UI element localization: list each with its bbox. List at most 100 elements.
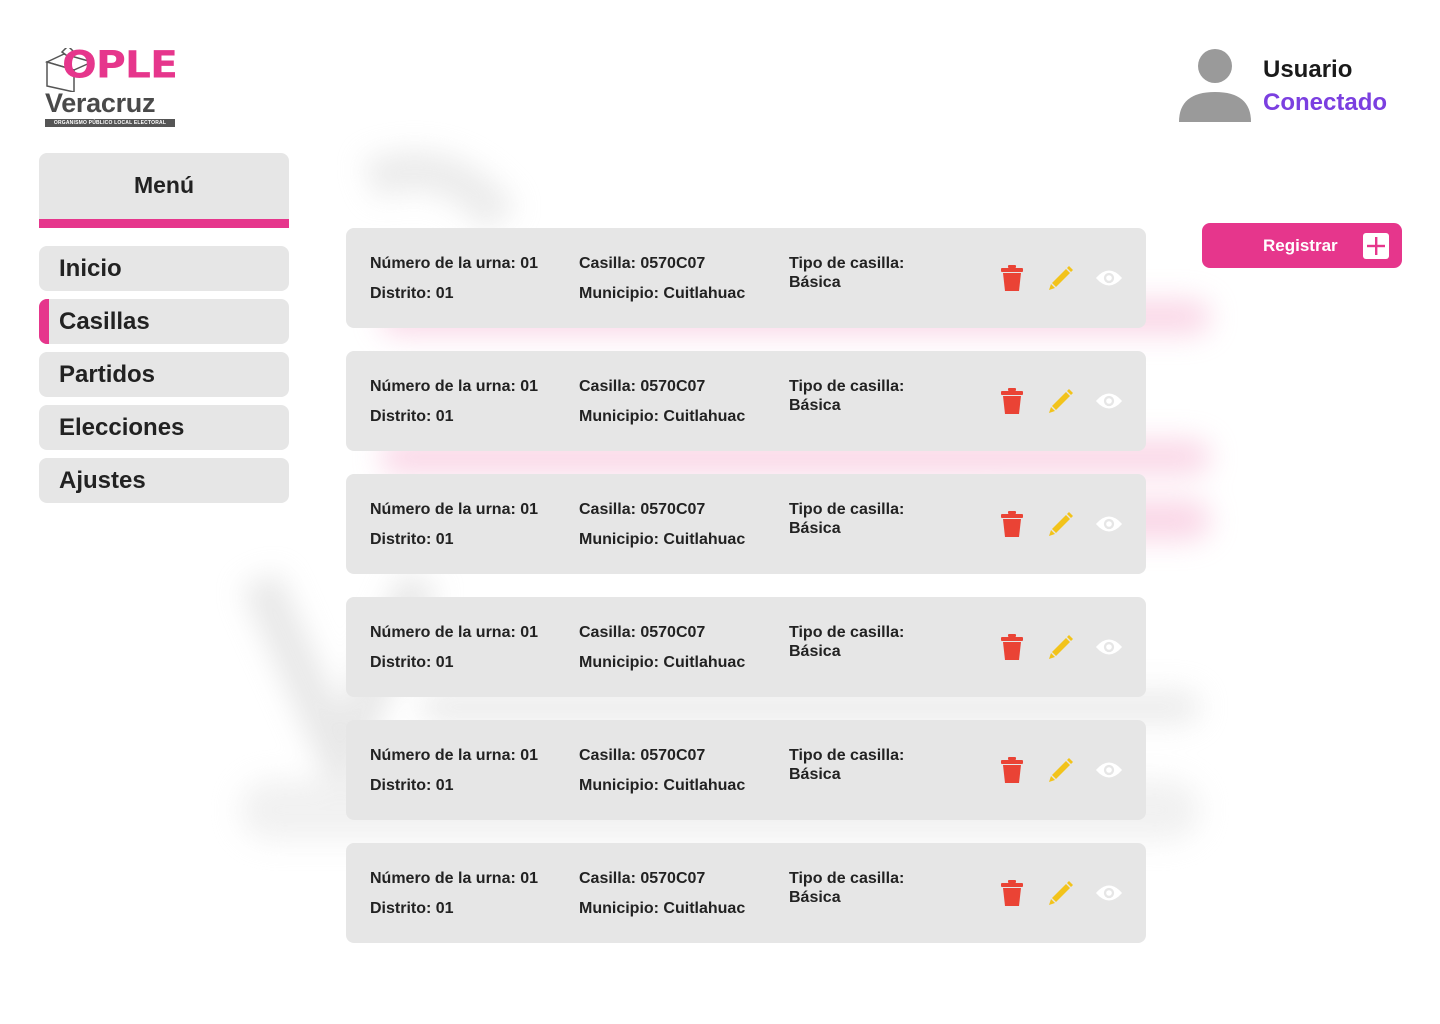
user-status-block[interactable]: Usuario Conectado	[1178, 48, 1418, 126]
sidebar-item-inicio[interactable]: Inicio	[39, 246, 289, 291]
sidebar-item-ajustes[interactable]: Ajustes	[39, 458, 289, 503]
edit-button[interactable]	[1047, 264, 1075, 292]
eye-icon	[1095, 639, 1123, 655]
eye-icon	[1095, 516, 1123, 532]
delete-button[interactable]	[998, 633, 1026, 661]
logo-ople-text: OPLE	[62, 42, 178, 87]
edit-button[interactable]	[1047, 387, 1075, 415]
casilla-card: Número de la urna: 01 Distrito: 01 Casil…	[346, 474, 1146, 574]
view-button[interactable]	[1095, 633, 1123, 661]
plus-square-icon	[1363, 233, 1389, 259]
tipo-casilla-label: Tipo de casilla:	[789, 870, 905, 887]
delete-button[interactable]	[998, 756, 1026, 784]
edit-button[interactable]	[1047, 510, 1075, 538]
distrito: Distrito: 01	[370, 900, 454, 917]
distrito: Distrito: 01	[370, 285, 454, 302]
municipio: Municipio: Cuitlahuac	[579, 531, 746, 548]
sidebar-item-label: Partidos	[59, 360, 156, 388]
sidebar-item-partidos[interactable]: Partidos	[39, 352, 289, 397]
trash-icon	[1001, 757, 1023, 783]
delete-button[interactable]	[998, 510, 1026, 538]
casilla-card: Número de la urna: 01 Distrito: 01 Casil…	[346, 228, 1146, 328]
user-avatar-icon	[1179, 49, 1251, 122]
tipo-casilla-value: Básica	[789, 397, 841, 414]
tipo-casilla-value: Básica	[789, 889, 841, 906]
eye-icon	[1095, 762, 1123, 778]
register-button-label: Registrar	[1263, 235, 1338, 255]
urna-number: Número de la urna: 01	[370, 870, 539, 887]
municipio: Municipio: Cuitlahuac	[579, 900, 746, 917]
pencil-icon	[1049, 758, 1073, 782]
urna-number: Número de la urna: 01	[370, 624, 539, 641]
ople-veracruz-logo: OPLE Veracruz ORGANISMO PÚBLICO LOCAL EL…	[44, 38, 178, 130]
sidebar-item-elecciones[interactable]: Elecciones	[39, 405, 289, 450]
eye-icon	[1095, 393, 1123, 409]
sidebar-item-label: Ajustes	[59, 466, 146, 494]
casilla-code: Casilla: 0570C07	[579, 501, 706, 518]
municipio: Municipio: Cuitlahuac	[579, 285, 746, 302]
trash-icon	[1001, 880, 1023, 906]
tipo-casilla-value: Básica	[789, 766, 841, 783]
distrito: Distrito: 01	[370, 408, 454, 425]
distrito: Distrito: 01	[370, 531, 454, 548]
eye-icon	[1095, 270, 1123, 286]
urna-number: Número de la urna: 01	[370, 255, 539, 272]
sidebar-item-label: Casillas	[59, 307, 150, 335]
edit-button[interactable]	[1047, 879, 1075, 907]
pencil-icon	[1049, 512, 1073, 536]
pencil-icon	[1049, 635, 1073, 659]
municipio: Municipio: Cuitlahuac	[579, 777, 746, 794]
tipo-casilla-label: Tipo de casilla:	[789, 747, 905, 764]
trash-icon	[1001, 634, 1023, 660]
urna-number: Número de la urna: 01	[370, 747, 539, 764]
sidebar-item-casillas[interactable]: Casillas	[39, 299, 289, 344]
distrito: Distrito: 01	[370, 777, 454, 794]
menu-title: Menú	[133, 171, 195, 198]
menu-header: Menú	[39, 153, 289, 228]
pencil-icon	[1049, 881, 1073, 905]
delete-button[interactable]	[998, 879, 1026, 907]
sidebar-item-label: Elecciones	[59, 413, 185, 441]
view-button[interactable]	[1095, 387, 1123, 415]
casilla-code: Casilla: 0570C07	[579, 870, 706, 887]
urna-number: Número de la urna: 01	[370, 501, 539, 518]
municipio: Municipio: Cuitlahuac	[579, 408, 746, 425]
pencil-icon	[1049, 389, 1073, 413]
casilla-card: Número de la urna: 01 Distrito: 01 Casil…	[346, 843, 1146, 943]
tipo-casilla-label: Tipo de casilla:	[789, 378, 905, 395]
delete-button[interactable]	[998, 264, 1026, 292]
trash-icon	[1001, 265, 1023, 291]
tipo-casilla-value: Básica	[789, 274, 841, 291]
view-button[interactable]	[1095, 879, 1123, 907]
pencil-icon	[1049, 266, 1073, 290]
view-button[interactable]	[1095, 756, 1123, 784]
user-name: Usuario	[1263, 56, 1353, 83]
register-button[interactable]: Registrar	[1202, 223, 1402, 268]
municipio: Municipio: Cuitlahuac	[579, 654, 746, 671]
casilla-code: Casilla: 0570C07	[579, 624, 706, 641]
casilla-card: Número de la urna: 01 Distrito: 01 Casil…	[346, 351, 1146, 451]
trash-icon	[1001, 388, 1023, 414]
edit-button[interactable]	[1047, 633, 1075, 661]
delete-button[interactable]	[998, 387, 1026, 415]
user-connection-status: Conectado	[1263, 89, 1388, 116]
eye-icon	[1095, 885, 1123, 901]
tipo-casilla-label: Tipo de casilla:	[789, 624, 905, 641]
view-button[interactable]	[1095, 510, 1123, 538]
view-button[interactable]	[1095, 264, 1123, 292]
casilla-code: Casilla: 0570C07	[579, 747, 706, 764]
edit-button[interactable]	[1047, 756, 1075, 784]
tipo-casilla-label: Tipo de casilla:	[789, 501, 905, 518]
urna-number: Número de la urna: 01	[370, 378, 539, 395]
trash-icon	[1001, 511, 1023, 537]
tipo-casilla-value: Básica	[789, 643, 841, 660]
sidebar-item-label: Inicio	[59, 254, 122, 282]
logo-subtitle: ORGANISMO PÚBLICO LOCAL ELECTORAL	[45, 119, 175, 127]
casilla-code: Casilla: 0570C07	[579, 378, 706, 395]
casilla-card: Número de la urna: 01 Distrito: 01 Casil…	[346, 720, 1146, 820]
logo-region-text: Veracruz	[45, 88, 156, 118]
distrito: Distrito: 01	[370, 654, 454, 671]
casilla-card: Número de la urna: 01 Distrito: 01 Casil…	[346, 597, 1146, 697]
casillas-list: Número de la urna: 01 Distrito: 01 Casil…	[346, 228, 1146, 966]
sidebar-nav: Inicio Casillas Partidos Elecciones Ajus…	[39, 246, 289, 511]
